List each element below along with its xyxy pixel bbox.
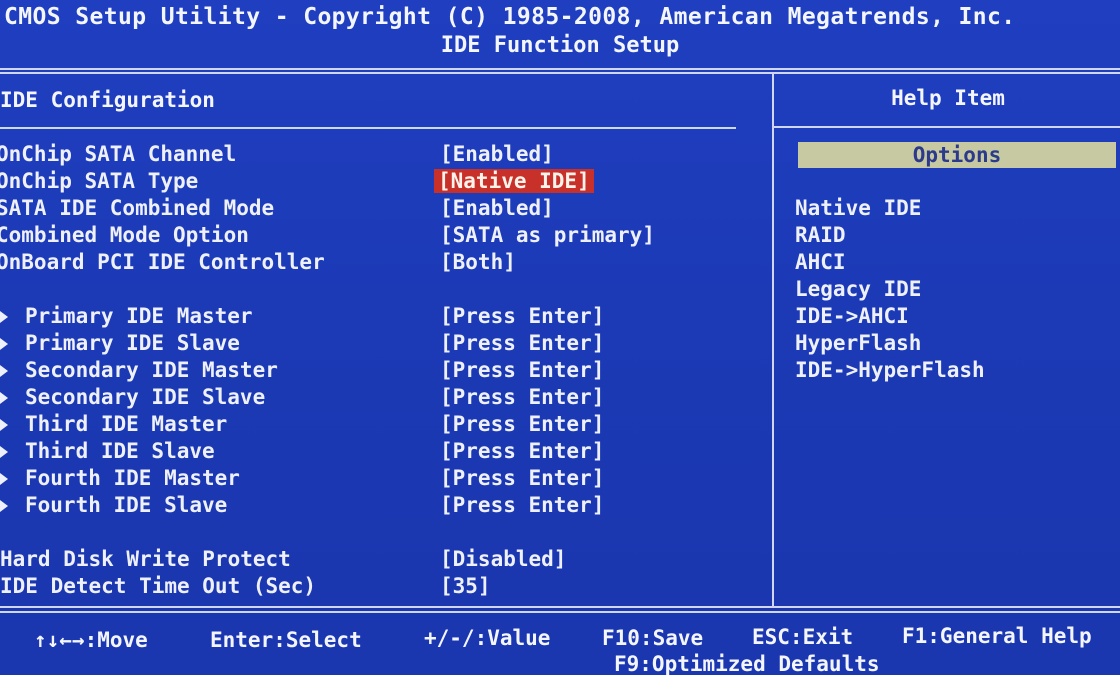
submenu-value[interactable]: [Press Enter] xyxy=(438,439,606,463)
setting-label: Hard Disk Write Protect xyxy=(0,547,291,571)
submenu-value[interactable]: [Press Enter] xyxy=(438,304,606,328)
utility-title: CMOS Setup Utility - Copyright (C) 1985-… xyxy=(4,4,1016,30)
key-value: +/-/:Value xyxy=(424,626,551,650)
page-title: IDE Function Setup xyxy=(440,33,680,58)
setting-label: IDE Detect Time Out (Sec) xyxy=(0,574,317,598)
submenu-arrow-icon xyxy=(0,446,8,458)
setting-sata-ide-combined-mode[interactable]: SATA IDE Combined Mode [Enabled] xyxy=(0,196,770,223)
setting-label: Combined Mode Option xyxy=(0,223,249,247)
option-item[interactable]: Legacy IDE xyxy=(795,277,985,304)
header-divider-inner xyxy=(0,72,1120,74)
setting-label: OnChip SATA Channel xyxy=(0,142,237,166)
submenu-third-ide-slave[interactable]: Third IDE Slave [Press Enter] xyxy=(0,439,770,466)
setting-combined-mode-option[interactable]: Combined Mode Option [SATA as primary] xyxy=(0,223,770,250)
help-divider xyxy=(774,126,1120,128)
settings-list: OnChip SATA Channel [Enabled] OnChip SAT… xyxy=(0,142,770,601)
key-general-help: F1:General Help xyxy=(902,624,1092,648)
option-item[interactable]: HyperFlash xyxy=(795,331,985,358)
key-save: F10:Save xyxy=(602,626,704,650)
submenu-label: Third IDE Slave xyxy=(25,439,215,463)
submenu-primary-ide-master[interactable]: Primary IDE Master [Press Enter] xyxy=(0,304,770,331)
setting-value[interactable]: [Enabled] xyxy=(438,196,556,220)
submenu-label: Secondary IDE Master xyxy=(25,358,278,382)
setting-value[interactable]: [Both] xyxy=(438,250,518,274)
submenu-arrow-icon xyxy=(0,338,8,350)
bios-screen: CMOS Setup Utility - Copyright (C) 1985-… xyxy=(0,0,1120,675)
submenu-label: Primary IDE Slave xyxy=(25,331,240,355)
submenu-arrow-icon xyxy=(0,311,8,323)
setting-label: OnBoard PCI IDE Controller xyxy=(0,250,325,274)
submenu-arrow-icon xyxy=(0,500,8,512)
setting-ide-detect-time-out[interactable]: IDE Detect Time Out (Sec) [35] xyxy=(0,574,770,601)
header-divider xyxy=(0,68,1120,70)
submenu-label: Fourth IDE Master xyxy=(25,466,240,490)
option-item[interactable]: IDE->AHCI xyxy=(795,304,985,331)
setting-value-selected[interactable]: [Native IDE] xyxy=(434,169,594,193)
setting-onchip-sata-channel[interactable]: OnChip SATA Channel [Enabled] xyxy=(0,142,770,169)
section-title: IDE Configuration xyxy=(0,88,215,112)
setting-onboard-pci-ide-controller[interactable]: OnBoard PCI IDE Controller [Both] xyxy=(0,250,770,277)
submenu-arrow-icon xyxy=(0,365,8,377)
setting-value[interactable]: [35] xyxy=(438,574,493,598)
setting-hard-disk-write-protect[interactable]: Hard Disk Write Protect [Disabled] xyxy=(0,547,770,574)
setting-value[interactable]: [SATA as primary] xyxy=(438,223,657,247)
submenu-value[interactable]: [Press Enter] xyxy=(438,385,606,409)
footer-divider xyxy=(0,606,1120,608)
submenu-label: Secondary IDE Slave xyxy=(25,385,266,409)
submenu-third-ide-master[interactable]: Third IDE Master [Press Enter] xyxy=(0,412,770,439)
submenu-arrow-icon xyxy=(0,473,8,485)
key-optimized-defaults: F9:Optimized Defaults xyxy=(614,652,880,675)
panel-divider xyxy=(772,72,774,608)
option-item[interactable]: RAID xyxy=(795,223,985,250)
submenu-value[interactable]: [Press Enter] xyxy=(438,358,606,382)
submenu-secondary-ide-slave[interactable]: Secondary IDE Slave [Press Enter] xyxy=(0,385,770,412)
footer-divider-inner xyxy=(0,611,1120,613)
submenu-label: Fourth IDE Slave xyxy=(25,493,228,517)
submenu-primary-ide-slave[interactable]: Primary IDE Slave [Press Enter] xyxy=(0,331,770,358)
submenu-arrow-icon xyxy=(0,392,8,404)
setting-label: OnChip SATA Type xyxy=(0,169,199,193)
submenu-label: Primary IDE Master xyxy=(25,304,253,328)
key-move: ↑↓←→:Move xyxy=(34,628,148,652)
options-list: Native IDE RAID AHCI Legacy IDE IDE->AHC… xyxy=(795,196,985,385)
setting-label: SATA IDE Combined Mode xyxy=(0,196,275,220)
option-item[interactable]: IDE->HyperFlash xyxy=(795,358,985,385)
submenu-value[interactable]: [Press Enter] xyxy=(438,466,606,490)
setting-value[interactable]: [Enabled] xyxy=(438,142,556,166)
key-exit: ESC:Exit xyxy=(752,625,854,649)
section-underline xyxy=(0,127,736,129)
submenu-value[interactable]: [Press Enter] xyxy=(438,493,606,517)
setting-onchip-sata-type[interactable]: OnChip SATA Type [Native IDE] xyxy=(0,169,770,196)
option-item[interactable]: AHCI xyxy=(795,250,985,277)
key-legend: ↑↓←→:Move Enter:Select +/-/:Value F10:Sa… xyxy=(0,620,1120,675)
submenu-secondary-ide-master[interactable]: Secondary IDE Master [Press Enter] xyxy=(0,358,770,385)
submenu-arrow-icon xyxy=(0,419,8,431)
setting-value[interactable]: [Disabled] xyxy=(438,547,568,571)
help-title: Help Item xyxy=(891,86,1005,110)
key-select: Enter:Select xyxy=(210,628,362,652)
option-item[interactable]: Native IDE xyxy=(795,196,985,223)
submenu-value[interactable]: [Press Enter] xyxy=(438,331,606,355)
submenu-label: Third IDE Master xyxy=(25,412,228,436)
options-header: Options xyxy=(798,142,1116,168)
submenu-value[interactable]: [Press Enter] xyxy=(438,412,606,436)
submenu-fourth-ide-slave[interactable]: Fourth IDE Slave [Press Enter] xyxy=(0,493,770,520)
submenu-fourth-ide-master[interactable]: Fourth IDE Master [Press Enter] xyxy=(0,466,770,493)
